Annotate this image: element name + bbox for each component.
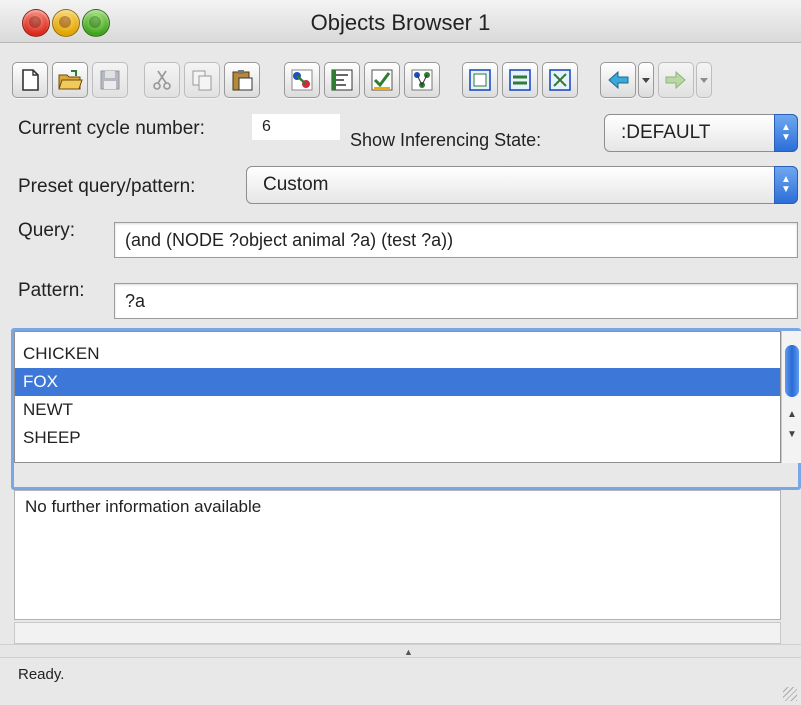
inferencing-state-select[interactable]: :DEFAULT ▲ ▼ [604,114,798,152]
back-history-dropdown[interactable] [638,62,654,98]
cut-button[interactable] [144,62,180,98]
results-list[interactable]: CHICKEN FOX NEWT SHEEP [14,331,781,463]
select-arrows-icon: ▲ ▼ [774,114,798,152]
panel-a-button[interactable] [462,62,498,98]
panel-b-icon [509,69,531,91]
scroll-down-icon[interactable]: ▼ [782,427,801,443]
cycle-number-field[interactable]: 6 [252,114,340,140]
chevron-down-icon [700,78,708,83]
splitter-grip-icon[interactable]: ▲ [404,647,413,657]
preset-label: Preset query/pattern: [18,176,196,197]
copy-icon [192,70,212,91]
back-arrow-icon [608,70,629,90]
list-item[interactable]: CHICKEN [15,340,780,368]
list-item[interactable]: SHEEP [15,424,780,452]
copy-button[interactable] [184,62,220,98]
title-bar: Objects Browser 1 [0,0,801,43]
save-icon [100,70,120,90]
window-title: Objects Browser 1 [310,10,491,35]
info-text: No further information available [25,497,262,516]
panel-b-button[interactable] [502,62,538,98]
pattern-input[interactable]: ?a [114,283,798,319]
toolbar [12,62,801,108]
splitter[interactable]: ▲ [0,644,801,658]
forward-arrow-icon [665,70,686,90]
new-button[interactable] [12,62,48,98]
back-button[interactable] [600,62,636,98]
graph-color-button[interactable] [284,62,320,98]
panel-c-icon [549,69,571,91]
select-arrows-icon: ▲ ▼ [774,166,798,204]
preset-value: Custom [263,174,329,195]
view-frame-icon [331,69,353,91]
view-frame-button[interactable] [324,62,360,98]
cut-icon [153,70,171,90]
results-scrollbar[interactable]: ▲ ▼ [781,331,801,463]
scrollbar-thumb[interactable] [785,345,799,397]
panel-a-icon [469,69,491,91]
check-button[interactable] [364,62,400,98]
list-item-selected[interactable]: FOX [15,368,780,396]
info-horizontal-scrollbar[interactable] [14,622,781,644]
inferencing-state-value: :DEFAULT [621,122,711,143]
forward-history-dropdown[interactable] [696,62,712,98]
pattern-label: Pattern: [18,280,85,301]
preset-select[interactable]: Custom ▲ ▼ [246,166,798,204]
scroll-up-icon[interactable]: ▲ [782,407,801,423]
inferencing-state-label: Show Inferencing State: [350,130,542,150]
open-folder-icon [58,70,83,90]
open-button[interactable] [52,62,88,98]
list-item[interactable]: NEWT [15,396,780,424]
graph-color-icon [291,69,313,91]
status-text: Ready. [18,666,65,683]
resize-grip-icon[interactable] [783,687,797,701]
chevron-down-icon [642,78,650,83]
paste-button[interactable] [224,62,260,98]
tree-icon [411,69,433,91]
cycle-number-label: Current cycle number: [18,118,205,139]
query-input[interactable]: (and (NODE ?object animal ?a) (test ?a)) [114,222,798,258]
new-file-icon [22,69,39,91]
panel-c-button[interactable] [542,62,578,98]
tree-button[interactable] [404,62,440,98]
paste-icon [232,70,253,91]
save-button[interactable] [92,62,128,98]
forward-button[interactable] [658,62,694,98]
query-label: Query: [18,220,76,241]
info-pane: No further information available [14,490,781,620]
check-icon [371,69,393,91]
